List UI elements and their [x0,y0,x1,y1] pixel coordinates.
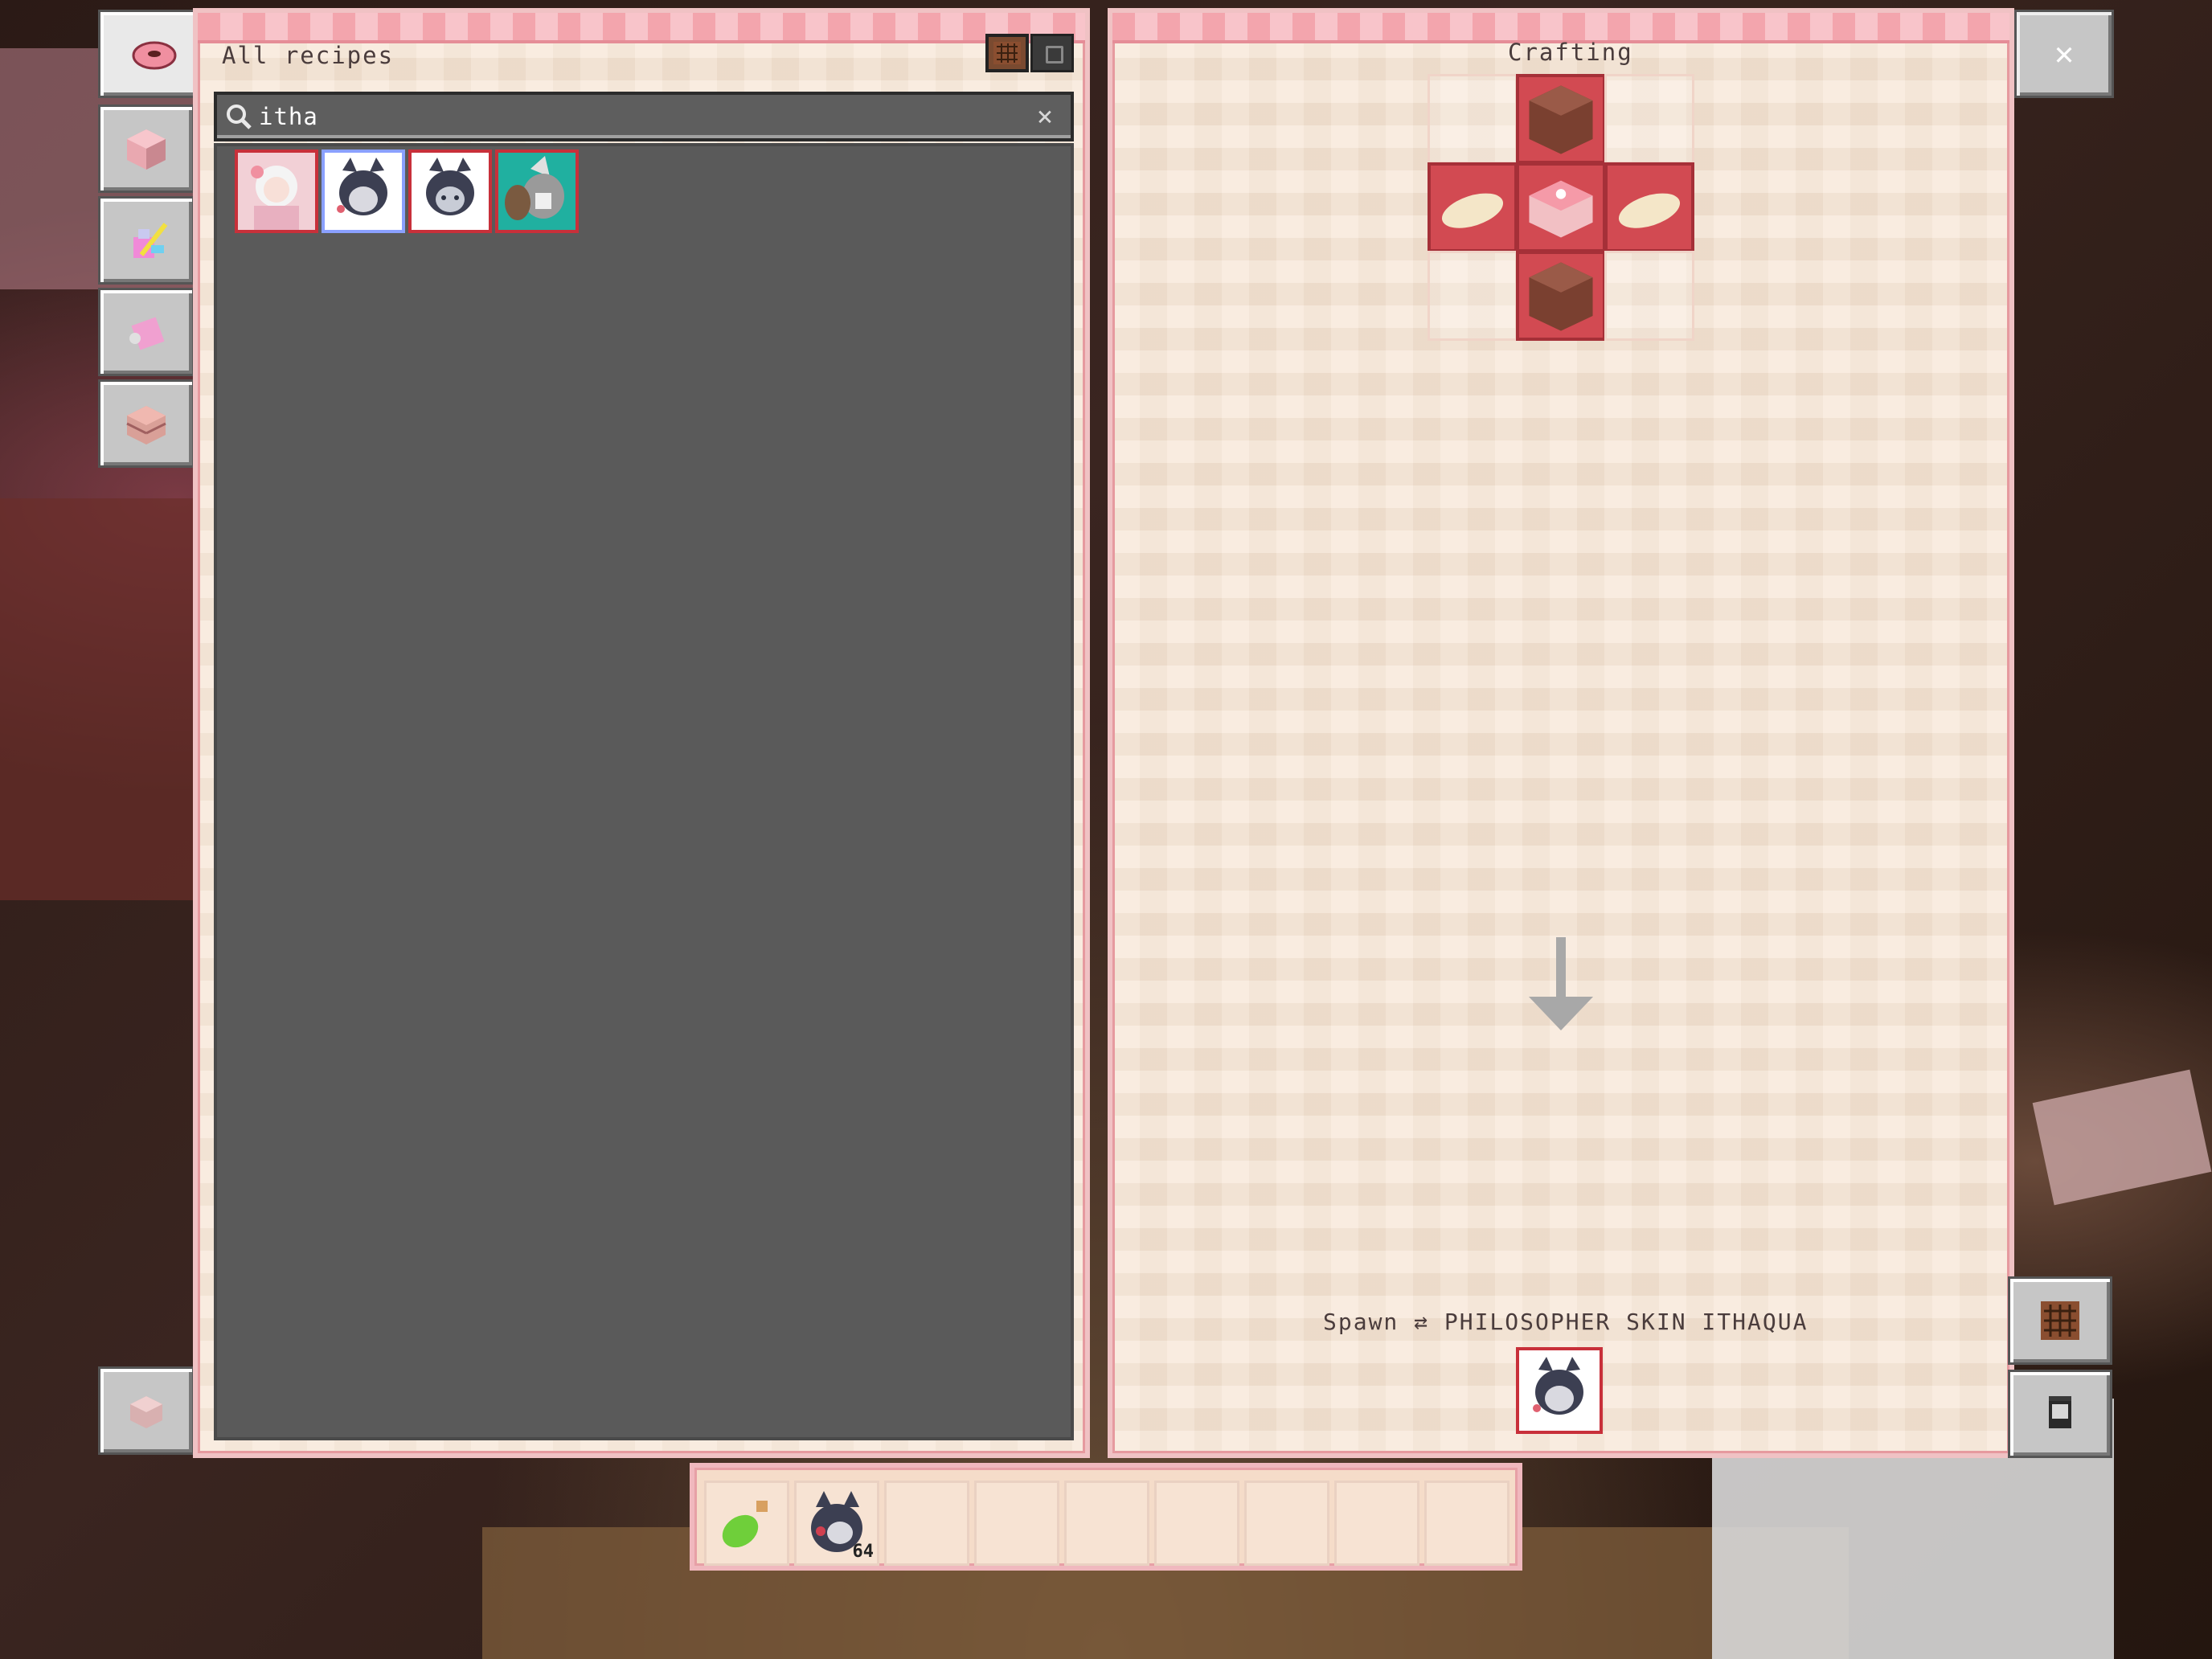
crafting-title: Crafting [1508,39,1633,66]
close-button[interactable]: ✕ [2014,10,2114,98]
tab-pink-cube-bottom[interactable] [98,1366,195,1455]
hotbar-slot-1[interactable] [704,1481,789,1566]
panel-title: All recipes [222,42,395,69]
tab-pink-potion[interactable] [98,196,195,285]
pink-cake-icon [1529,180,1593,238]
recipe-result-4[interactable] [495,150,579,233]
pink-cake-block-icon [126,406,166,444]
hotbar-slot-6[interactable] [1154,1481,1239,1566]
ithaqua-skin-icon [412,153,489,230]
search-icon [227,104,252,129]
crafting-slot-center[interactable] [1516,162,1606,252]
hotbar-slot-7[interactable] [1244,1481,1329,1566]
tab-pink-cake[interactable] [98,379,195,468]
lime-dye-icon [722,1501,768,1548]
hotbar: 64 [690,1463,1522,1571]
crafting-table-workstation-button[interactable] [2008,1276,2112,1365]
small-pink-cube-icon [130,1396,162,1428]
hotbar-slot-2[interactable]: 64 [794,1481,879,1566]
ithaqua-skin-icon [1521,1352,1598,1429]
recipe-output-slot[interactable] [1516,1347,1603,1434]
crafting-slot-bottom-center[interactable] [1516,251,1606,341]
crafting-table-icon [993,42,1021,64]
close-icon: ✕ [2054,35,2075,72]
world-background-heart-sign [2032,1069,2212,1206]
gray-wolf-character-skin-icon [498,153,576,230]
potion-feather-icon [133,223,168,258]
recipe-output-label: Spawn ⇄ PHILOSOPHER SKIN ITHAQUA [1323,1309,1809,1335]
crafting-slot-bottom-right[interactable] [1604,251,1694,341]
tab-pink-bag[interactable] [98,288,195,376]
clear-search-icon[interactable]: × [1029,100,1061,133]
crafting-slot-middle-left[interactable] [1428,162,1518,252]
brown-block-icon [1529,262,1593,331]
recipe-result-3[interactable] [408,150,492,233]
recipe-result-2[interactable] [322,150,405,233]
hotbar-slot-5[interactable] [1064,1481,1149,1566]
bread-slice-icon [1618,193,1681,228]
white-haired-character-skin-icon [238,153,315,230]
tab-pink-block[interactable] [98,104,195,193]
brown-block-icon [1529,85,1593,154]
hotbar-slot-8[interactable] [1334,1481,1419,1566]
stack-count: 64 [852,1542,875,1562]
cauldron-icon [2049,1396,2071,1428]
crafting-slot-top-left[interactable] [1428,74,1518,164]
toggle-circle-icon [1046,46,1063,63]
world-background-wood [0,498,193,900]
recipe-result-1[interactable] [235,150,318,233]
bread-slice-icon [1441,193,1504,228]
hotbar-slot-3[interactable] [884,1481,969,1566]
crafting-slot-bottom-left[interactable] [1428,251,1518,341]
recipe-search-bar[interactable]: × [214,92,1074,141]
pink-block-icon [127,129,166,170]
toggle-filter-button[interactable] [1030,34,1074,72]
crafting-table-icon [2041,1301,2079,1340]
pink-bag-icon [129,317,165,350]
hotbar-slot-9[interactable] [1424,1481,1509,1566]
ithaqua-skin-icon [325,153,402,230]
search-input[interactable] [252,102,1029,131]
crafting-table-filter-button[interactable] [985,34,1029,72]
recipe-results-list [214,143,1074,1440]
down-arrow-icon [1529,937,1593,1030]
donut-icon [132,41,177,70]
crafting-slot-top-right[interactable] [1604,74,1694,164]
panel-top-trim [198,13,1085,43]
crafting-slot-middle-right[interactable] [1604,162,1694,252]
crafting-slot-top-center[interactable] [1516,74,1606,164]
hotbar-slot-4[interactable] [974,1481,1059,1566]
cauldron-workstation-button[interactable] [2008,1370,2112,1458]
